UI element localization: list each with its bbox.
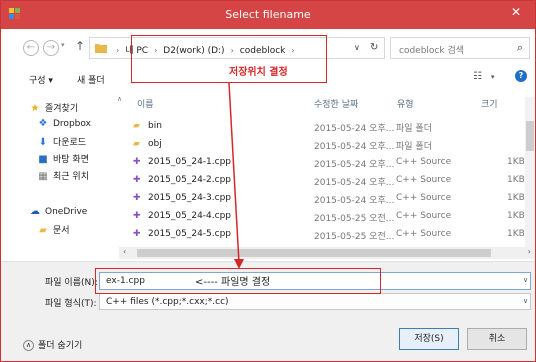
save-dialog: Select filename ✕ ← → ▾ ↑ › 내 PC › D2(work)… (0, 0, 536, 362)
annotation-arrow (228, 82, 244, 269)
